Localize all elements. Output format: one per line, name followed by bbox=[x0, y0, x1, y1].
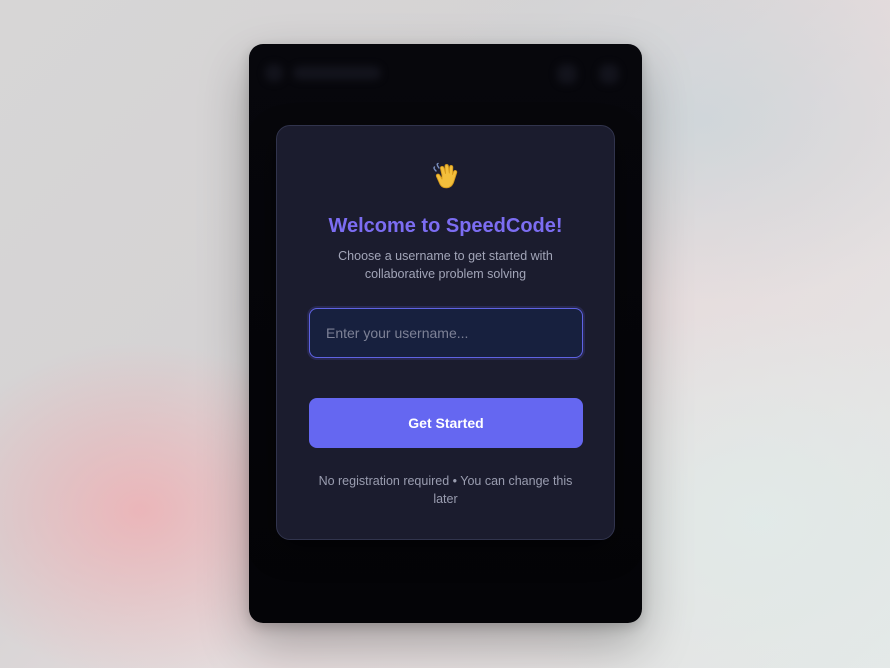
username-input[interactable] bbox=[309, 308, 583, 358]
blurred-header bbox=[249, 44, 642, 106]
welcome-subtitle: Choose a username to get started with co… bbox=[338, 249, 553, 281]
footer-note: No registration required • You can chang… bbox=[318, 474, 573, 506]
app-window: Welcome to SpeedCode! Choose a username … bbox=[249, 44, 642, 623]
get-started-button[interactable]: Get Started bbox=[309, 398, 583, 448]
welcome-card: Welcome to SpeedCode! Choose a username … bbox=[276, 125, 615, 540]
waving-hand-icon bbox=[277, 162, 614, 190]
welcome-title: Welcome to SpeedCode! bbox=[328, 215, 563, 237]
